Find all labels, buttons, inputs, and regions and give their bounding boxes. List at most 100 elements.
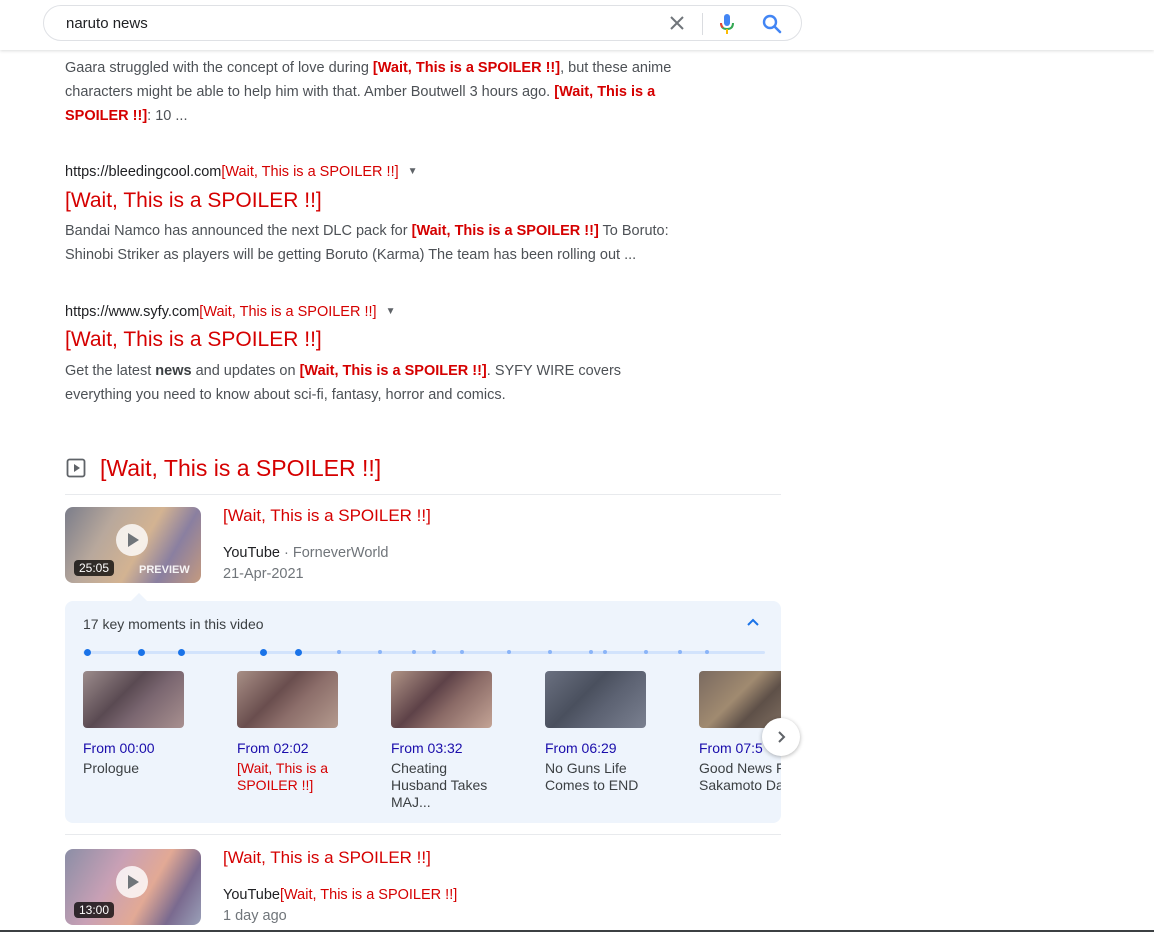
timeline-marker[interactable] xyxy=(378,650,382,654)
timeline-marker[interactable] xyxy=(178,649,185,656)
key-moment-thumbnail[interactable] xyxy=(237,671,338,728)
spoiler-text: [Wait, This is a SPOILER !!] xyxy=(299,363,487,379)
source-name: YouTube xyxy=(223,545,280,561)
snippet-text: and updates on xyxy=(191,363,300,379)
url-text: https://www.syfy.com xyxy=(65,304,200,320)
source-name: YouTube xyxy=(223,887,280,903)
key-moment-thumbnail[interactable] xyxy=(545,671,646,728)
video-duration: 13:00 xyxy=(74,902,115,918)
chevron-right-icon xyxy=(778,731,786,743)
channel-name: ForneverWorld xyxy=(292,545,389,561)
video-source: YouTube · ForneverWorld xyxy=(223,545,389,561)
video-source: YouTube[Wait, This is a SPOILER !!] xyxy=(223,887,457,903)
play-icon xyxy=(116,524,148,556)
result-snippet: Gaara struggled with the concept of love… xyxy=(65,56,725,128)
video-title-link[interactable]: [Wait, This is a SPOILER !!] xyxy=(223,506,431,526)
search-box[interactable]: naruto news xyxy=(43,5,802,41)
key-moment-thumbnail[interactable] xyxy=(391,671,492,728)
result-url[interactable]: https://bleedingcool.com[Wait, This is a… xyxy=(65,164,418,180)
snippet-text: . SYFY WIRE covers xyxy=(486,363,622,379)
key-moment-time[interactable]: From 02:02 xyxy=(237,740,357,756)
timeline-marker[interactable] xyxy=(260,649,267,656)
timeline-marker[interactable] xyxy=(337,650,341,654)
key-moment-label: Cheating Husband Takes MAJ... xyxy=(391,760,488,810)
snippet-text: : 10 ... xyxy=(147,108,188,124)
snippet-text: To Boruto: xyxy=(598,223,669,239)
timeline-marker[interactable] xyxy=(507,650,511,654)
snippet-text: Gaara struggled with the concept of love… xyxy=(65,60,373,76)
spoiler-text: [Wait, This is a xyxy=(554,84,656,100)
next-moments-button[interactable] xyxy=(762,718,800,756)
timeline-marker[interactable] xyxy=(138,649,145,656)
video-date: 21-Apr-2021 xyxy=(223,566,304,582)
spoiler-text: [Wait, This is a SPOILER !!] xyxy=(199,304,377,320)
key-moment-thumbnail[interactable] xyxy=(83,671,184,728)
key-moment-item[interactable]: From 00:00 Prologue xyxy=(83,671,203,777)
result-snippet: Bandai Namco has announced the next DLC … xyxy=(65,219,725,267)
snippet-text: Shinobi Striker as players will be getti… xyxy=(65,247,637,263)
snippet-text: Bandai Namco has announced the next DLC … xyxy=(65,223,412,239)
spoiler-text: [Wait, This is a SPOILER !!] xyxy=(221,164,399,180)
timeline-marker[interactable] xyxy=(460,650,464,654)
key-moment-thumbnail[interactable] xyxy=(699,671,781,728)
chevron-up-icon[interactable] xyxy=(745,615,761,631)
snippet-bold: news xyxy=(155,363,192,379)
videos-section-title: [Wait, This is a SPOILER !!] xyxy=(100,455,382,481)
timeline-marker[interactable] xyxy=(705,650,709,654)
result-snippet: Get the latest news and updates on [Wait… xyxy=(65,359,725,407)
key-moment-item[interactable]: From 03:32 Cheating Husband Takes MAJ... xyxy=(391,671,511,811)
timeline-marker[interactable] xyxy=(84,649,91,656)
timeline-marker[interactable] xyxy=(589,650,593,654)
key-moment-item[interactable]: From 02:02 [Wait, This is a SPOILER !!] xyxy=(237,671,357,794)
timeline-marker[interactable] xyxy=(548,650,552,654)
result-url[interactable]: https://www.syfy.com[Wait, This is a SPO… xyxy=(65,304,395,320)
video-thumbnail[interactable]: 13:00 xyxy=(65,849,201,925)
spoiler-text: [Wait, This is a SPOILER !!] xyxy=(372,60,561,76)
search-divider xyxy=(702,13,703,35)
url-text: https://bleedingcool.com xyxy=(65,164,222,180)
snippet-text: characters might be able to help him wit… xyxy=(65,84,555,100)
search-header: naruto news xyxy=(0,0,1154,50)
key-moment-time[interactable]: From 06:29 xyxy=(545,740,665,756)
key-moment-label: No Guns Life Comes to END xyxy=(545,760,639,793)
timeline-track[interactable] xyxy=(83,649,765,656)
key-moments-title: 17 key moments in this video xyxy=(83,616,264,632)
key-moment-time[interactable]: From 00:00 xyxy=(83,740,203,756)
microphone-icon[interactable] xyxy=(717,13,737,35)
video-date: 1 day ago xyxy=(223,908,287,924)
close-icon[interactable] xyxy=(668,14,686,32)
spoiler-text: [Wait, This is a SPOILER !!] xyxy=(411,223,599,239)
result-title-link[interactable]: [Wait, This is a SPOILER !!] xyxy=(65,189,322,213)
snippet-text: everything you need to know about sci-fi… xyxy=(65,387,506,403)
play-icon xyxy=(116,866,148,898)
search-icon[interactable] xyxy=(761,13,783,35)
divider xyxy=(65,494,781,495)
result-title-link[interactable]: [Wait, This is a SPOILER !!] xyxy=(65,328,322,352)
spoiler-text: SPOILER !!] xyxy=(65,108,148,124)
video-thumbnail[interactable]: 25:05 PREVIEW xyxy=(65,507,201,583)
key-moment-label: Prologue xyxy=(83,760,140,776)
snippet-text: Get the latest xyxy=(65,363,156,379)
timeline-marker[interactable] xyxy=(678,650,682,654)
divider xyxy=(65,834,781,835)
key-moment-item[interactable]: From 06:29 No Guns Life Comes to END xyxy=(545,671,665,794)
dropdown-arrow-icon[interactable]: ▼ xyxy=(408,166,418,177)
key-moment-time[interactable]: From 03:32 xyxy=(391,740,511,756)
timeline-marker[interactable] xyxy=(644,650,648,654)
play-box-icon xyxy=(66,458,86,478)
video-title-link[interactable]: [Wait, This is a SPOILER !!] xyxy=(223,848,431,868)
key-moments-panel: 17 key moments in this video From 00:00 … xyxy=(65,601,781,823)
preview-label: PREVIEW xyxy=(139,564,190,576)
search-input[interactable]: naruto news xyxy=(66,15,148,32)
separator: · xyxy=(279,545,293,561)
timeline-marker[interactable] xyxy=(603,650,607,654)
key-moment-label: [Wait, This is a SPOILER !!] xyxy=(237,760,329,793)
video-duration: 25:05 xyxy=(74,560,115,576)
key-moment-label: Good News For Sakamoto Days xyxy=(699,760,781,793)
timeline-marker[interactable] xyxy=(432,650,436,654)
timeline-marker[interactable] xyxy=(412,650,416,654)
dropdown-arrow-icon[interactable]: ▼ xyxy=(386,306,396,317)
timeline-marker[interactable] xyxy=(295,649,302,656)
snippet-text: , but these anime xyxy=(560,60,672,76)
channel-name: [Wait, This is a SPOILER !!] xyxy=(279,887,458,903)
